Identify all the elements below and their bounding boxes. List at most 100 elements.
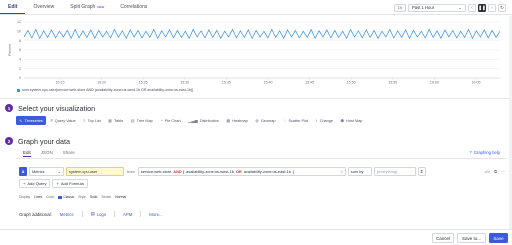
subtab-share[interactable]: Share [63, 150, 75, 157]
x-tick-label: 15:50 [347, 81, 356, 85]
apm-label: APM [122, 211, 133, 217]
viz-option-label: Table [114, 118, 124, 123]
separator [113, 211, 115, 217]
more-label: More... [149, 211, 163, 217]
stroke-select[interactable]: Normal [115, 195, 126, 199]
section-1-title: Select your visualization [18, 104, 96, 113]
save-button[interactable]: Save [489, 233, 508, 243]
tab-edit-label: Edit [8, 3, 18, 10]
new-badge: NEW [97, 5, 105, 9]
data-source-select[interactable]: Metrics ⌄ [29, 166, 64, 176]
from-tags-input[interactable]: service:web-store AND ( availability-zon… [137, 166, 346, 176]
refresh-icon[interactable]: ↻ [498, 3, 506, 12]
plus-icon: + [56, 181, 59, 186]
tab-split-graph[interactable]: Split Graph NEW [62, 0, 112, 14]
time-range-short[interactable]: 1h [393, 3, 406, 12]
viz-option-timeseries[interactable]: ∿ Timeseries [16, 116, 46, 125]
legend-swatch [17, 88, 20, 92]
tag-az-west[interactable]: availability-zone:us-west-1b [186, 169, 234, 174]
viz-option-distribution[interactable]: ▁▃▅ Distribution [185, 116, 222, 125]
visualization-options: ∿ Timeseries # Query Value ≡ Top List ▦ Table ▤ T… [16, 116, 365, 125]
add-apm-link[interactable]: APM [123, 212, 132, 217]
add-formula-label: Add Formula [60, 181, 84, 186]
add-more-link[interactable]: More... [149, 212, 162, 217]
code-icon[interactable]: </> [484, 169, 490, 174]
tag-service[interactable]: service:web-store [141, 169, 172, 174]
add-metrics-link[interactable]: Metrics [60, 212, 74, 217]
top-list-icon: ≡ [83, 118, 86, 123]
color-select[interactable]: Classic [58, 195, 74, 199]
style-select[interactable]: Solid [90, 195, 98, 199]
add-formula-button[interactable]: + Add Formula [52, 179, 88, 188]
palette-swatch [58, 195, 63, 199]
tag-az-east[interactable]: availability-zone:us-east-1b [244, 169, 291, 174]
editor-tabs-bar: Edit Overview Split Graph NEW Correlation… [0, 0, 512, 15]
y-tick-label: 0 [19, 76, 21, 80]
tab-overview-label: Overview [33, 4, 55, 10]
aggregation-select[interactable]: sum by [347, 166, 372, 176]
y-tick-label: 4 [19, 58, 21, 62]
group-by-input[interactable]: (everything) [373, 166, 416, 176]
display-label: Display [19, 195, 31, 199]
plus-icon: + [23, 181, 26, 186]
query-value-icon: # [50, 118, 53, 123]
pause-icon[interactable]: ❚❚ [478, 3, 486, 12]
viz-option-label: Tree Map [136, 118, 153, 123]
viz-option-geomap[interactable]: ◍ Geomap [252, 116, 278, 125]
step-back-icon[interactable]: ‹ [468, 3, 476, 12]
viz-option-label: Top List [87, 118, 101, 123]
viz-option-label: Pie Chart [164, 118, 181, 123]
metrics-label: Metrics [59, 211, 74, 217]
x-tick-label: 16:00 [430, 81, 439, 85]
tab-overview[interactable]: Overview [25, 0, 62, 14]
x-tick-label: 15:20 [97, 81, 106, 85]
viz-option-change[interactable]: ↕ Change [313, 116, 336, 125]
query-letter-a[interactable]: a [19, 166, 27, 176]
viz-option-heatmap[interactable]: ▩ Heatmap [223, 116, 250, 125]
function-sigma-icon[interactable]: Σ [417, 166, 426, 176]
viz-option-pie-chart[interactable]: ◔ Pie Chart [157, 116, 183, 125]
y-tick-label: 10 [17, 30, 21, 34]
tab-edit[interactable]: Edit [0, 0, 26, 14]
graphing-help-link[interactable]: ? Graphing help [469, 150, 500, 155]
heatmap-icon: ▩ [226, 118, 231, 123]
chart-divider [0, 98, 512, 99]
time-range-select[interactable]: Past 1 Hour ⌄ [408, 3, 466, 12]
legend-label: sum:system.cpu.user{service:web-store AN… [22, 88, 194, 92]
tab-correlations-label: Correlations [120, 4, 148, 10]
viz-option-label: Host Map [346, 118, 363, 123]
clear-tags-icon[interactable]: × [341, 169, 343, 174]
viz-option-top-list[interactable]: ≡ Top List [80, 116, 104, 125]
viz-option-host-map[interactable]: ⬢ Host Map [338, 116, 366, 125]
metric-input[interactable]: system.cpu.user [66, 166, 124, 176]
change-icon: ↕ [315, 118, 318, 123]
more-icon[interactable]: ··· [501, 169, 505, 174]
subtab-divider [16, 158, 506, 159]
x-tick-label: 16:05 [472, 81, 481, 85]
chart-legend[interactable]: sum:system.cpu.user{service:web-store AN… [17, 88, 193, 92]
cancel-button[interactable]: Cancel [432, 233, 454, 243]
subtab-edit[interactable]: Edit [23, 150, 31, 157]
display-select[interactable]: Lines [34, 195, 42, 199]
table-icon: ▦ [108, 118, 113, 123]
viz-option-table[interactable]: ▦ Table [105, 116, 126, 125]
step-1-badge: 1 [5, 104, 13, 112]
section-2-title: Graph your data [18, 137, 70, 146]
tab-correlations[interactable]: Correlations [112, 0, 155, 14]
viz-option-tree-map[interactable]: ▤ Tree Map [128, 116, 156, 125]
step-forward-icon[interactable]: › [488, 3, 496, 12]
clone-icon[interactable]: ⧉ [494, 169, 497, 174]
style-label: Style [78, 195, 86, 199]
y-tick-label: 8 [19, 39, 21, 43]
tree-map-icon: ▤ [130, 118, 135, 123]
time-controls: 1h Past 1 Hour ⌄ ‹ ❚❚ › ↻ [393, 2, 506, 13]
x-tick-label: 15:25 [139, 81, 148, 85]
viz-option-query-value[interactable]: # Query Value [47, 116, 78, 125]
x-tick-label: 15:30 [180, 81, 189, 85]
viz-option-scatter-plot[interactable]: ⁘ Scatter Plot [280, 116, 311, 125]
add-query-button[interactable]: + Add Query [19, 179, 51, 188]
save-to-button[interactable]: Save to... [457, 233, 486, 243]
viz-option-label: Distribution [199, 118, 219, 123]
add-logs-link[interactable]: ▤ Logs [91, 211, 106, 217]
subtab-json[interactable]: JSON [41, 150, 53, 157]
